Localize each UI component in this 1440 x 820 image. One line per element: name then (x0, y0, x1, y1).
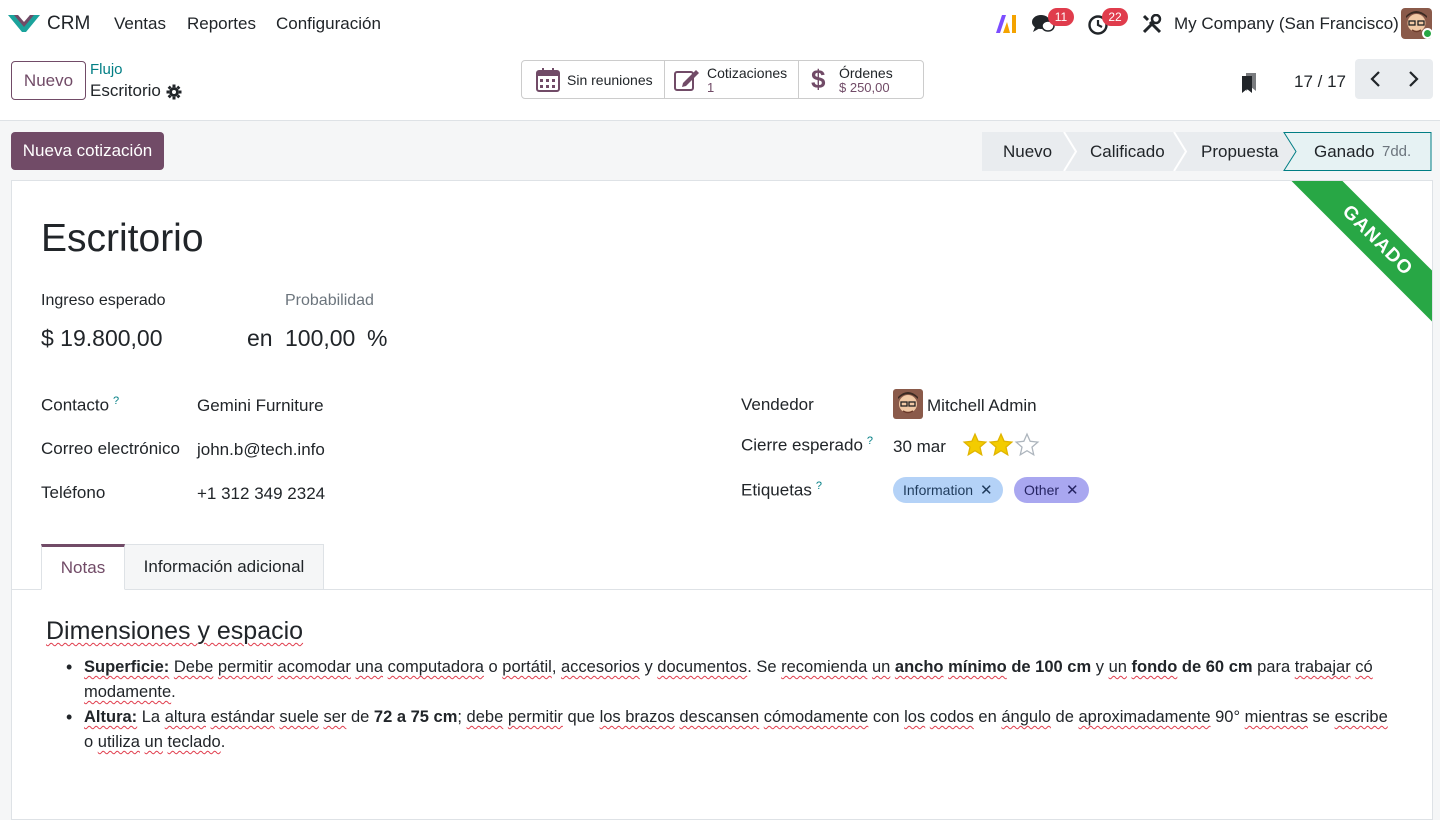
tags-label: Etiquetas? (741, 480, 823, 500)
menu-configuracion[interactable]: Configuración (276, 14, 381, 34)
pager-previous-button[interactable] (1355, 59, 1394, 99)
dollar-icon: $ (811, 64, 826, 94)
chevron-right-icon (1408, 71, 1419, 87)
menu-ventas[interactable]: Ventas (114, 14, 166, 34)
help-icon[interactable]: ? (816, 480, 822, 492)
contact-label: Contacto? (41, 395, 120, 415)
closing-value[interactable]: 30 mar (893, 437, 946, 457)
quotations-count: 1 (707, 79, 715, 95)
remove-tag-icon[interactable]: ✕ (980, 481, 993, 499)
chevron-left-icon (1369, 71, 1380, 87)
top-navbar: CRM Ventas Reportes Configuración 11 22 … (0, 0, 1440, 48)
won-ribbon: GANADO (1237, 181, 1432, 371)
salesperson-value[interactable]: Mitchell Admin (927, 396, 1037, 416)
salesperson-avatar (893, 389, 923, 419)
debug-tools-icon[interactable] (1142, 14, 1162, 34)
activities-badge: 22 (1102, 8, 1128, 26)
stage-calificado[interactable]: Calificado (1090, 132, 1165, 171)
new-quotation-button[interactable]: Nueva cotización (11, 132, 164, 170)
probability-unit: % (367, 325, 388, 351)
star-filled-icon[interactable] (988, 432, 1014, 458)
stage-propuesta[interactable]: Propuesta (1201, 132, 1279, 171)
gear-icon[interactable] (166, 84, 182, 100)
online-status-icon (1422, 28, 1433, 39)
tag-other[interactable]: Other ✕ (1014, 477, 1089, 503)
probability-label: Probabilidad (285, 292, 374, 309)
edit-icon (674, 69, 699, 91)
contact-value[interactable]: Gemini Furniture (197, 396, 324, 416)
orders-label: Órdenes (839, 64, 893, 81)
priority-stars[interactable] (962, 432, 1040, 458)
list-item: Altura: La altura estándar suele ser de … (66, 705, 1396, 755)
tab-notas[interactable]: Notas (41, 544, 125, 590)
company-switcher[interactable]: My Company (San Francisco) (1174, 14, 1399, 34)
stage-ganado[interactable]: Ganado (1314, 132, 1375, 171)
email-value[interactable]: john.b@tech.info (197, 440, 325, 460)
stage-duration: 7dd. (1382, 143, 1412, 160)
remove-tag-icon[interactable]: ✕ (1066, 481, 1079, 499)
email-label: Correo electrónico (41, 439, 180, 458)
meetings-label: Sin reuniones (567, 71, 653, 88)
orders-smart-button[interactable]: $ Órdenes $ 250,00 (798, 60, 924, 99)
calendar-icon (536, 67, 560, 92)
breadcrumb-current: Escritorio (90, 81, 161, 100)
quotations-label: Cotizaciones (707, 64, 788, 81)
menu-reportes[interactable]: Reportes (187, 14, 256, 34)
expected-revenue-label: Ingreso esperado (41, 292, 166, 309)
form-sheet: GANADO Escritorio Ingreso esperado Proba… (11, 180, 1433, 820)
pager-value[interactable]: 17 / 17 (1294, 72, 1346, 92)
control-panel: Nuevo Flujo Escritorio Sin reuniones Cot… (0, 48, 1440, 121)
tag-information[interactable]: Information ✕ (893, 477, 1003, 503)
star-filled-icon[interactable] (962, 432, 988, 458)
orders-amount: $ 250,00 (839, 79, 890, 95)
pager-next-button[interactable] (1394, 59, 1433, 99)
breadcrumb-parent[interactable]: Flujo (90, 61, 123, 78)
help-icon[interactable]: ? (867, 435, 873, 447)
new-record-button[interactable]: Nuevo (11, 61, 86, 100)
stage-nuevo[interactable]: Nuevo (1003, 132, 1052, 171)
probability-value[interactable]: 100,00 (285, 325, 355, 352)
closing-label: Cierre esperado? (741, 435, 874, 455)
bookmark-icon[interactable] (1241, 72, 1257, 94)
messages-badge: 11 (1048, 8, 1074, 26)
crm-app-logo-icon[interactable] (8, 12, 40, 34)
record-title[interactable]: Escritorio (41, 217, 204, 261)
expected-revenue-value[interactable]: $ 19.800,00 (41, 325, 163, 352)
list-item: Superficie: Debe permitir acomodar una c… (66, 655, 1396, 705)
salesperson-label: Vendedor (741, 395, 814, 414)
notes-heading[interactable]: Dimensiones y espacio (46, 617, 303, 646)
phone-value[interactable]: +1 312 349 2324 (197, 484, 325, 504)
star-empty-icon[interactable] (1014, 432, 1040, 458)
meetings-smart-button[interactable]: Sin reuniones (521, 60, 665, 99)
ai-icon[interactable] (995, 14, 1017, 34)
help-icon[interactable]: ? (113, 395, 119, 407)
notes-list[interactable]: Superficie: Debe permitir acomodar una c… (66, 655, 1396, 755)
tab-informacion-adicional[interactable]: Información adicional (125, 544, 324, 590)
probability-prefix: en (247, 325, 273, 351)
quotations-smart-button[interactable]: Cotizaciones 1 (664, 60, 799, 99)
won-ribbon-label: GANADO (1272, 181, 1432, 346)
app-name[interactable]: CRM (47, 13, 90, 35)
phone-label: Teléfono (41, 483, 106, 502)
